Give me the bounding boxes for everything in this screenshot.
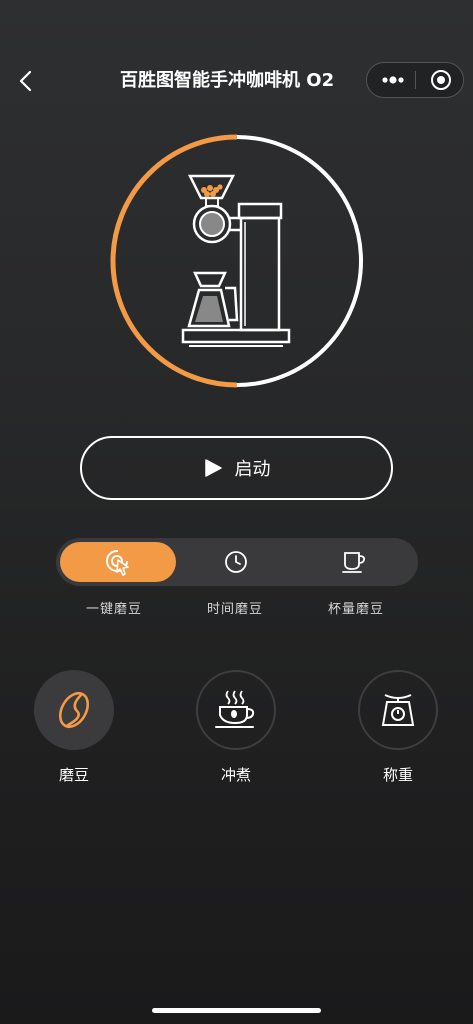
mode-one-click[interactable] <box>60 542 176 582</box>
play-icon <box>204 459 222 477</box>
more-dots-icon <box>382 76 404 84</box>
scale-icon <box>381 694 415 726</box>
tap-icon <box>106 550 129 576</box>
mode-cup[interactable] <box>296 542 412 582</box>
coffee-bean-icon <box>58 691 90 729</box>
page-title: 百胜图智能手冲咖啡机 O2 <box>120 70 335 91</box>
cup-icon <box>342 552 366 573</box>
hot-coffee-cup-icon <box>215 690 255 728</box>
brew-function-label: 冲煮 <box>220 766 251 784</box>
grind-function-button[interactable] <box>34 670 114 750</box>
mini-program-capsule <box>366 62 464 98</box>
start-button[interactable]: 启动 <box>80 436 393 500</box>
back-button[interactable] <box>14 66 40 96</box>
chevron-left-icon <box>19 70 32 92</box>
mode-time[interactable] <box>178 542 294 582</box>
target-icon <box>431 70 451 90</box>
capsule-divider <box>415 71 416 89</box>
grind-function-label: 磨豆 <box>58 766 89 784</box>
close-miniprogram-button[interactable] <box>419 63 461 97</box>
home-indicator <box>152 1008 321 1013</box>
mode-one-click-label: 一键磨豆 <box>85 602 142 617</box>
weigh-function-button[interactable] <box>358 670 438 750</box>
mode-cup-label: 杯量磨豆 <box>327 602 384 617</box>
more-button[interactable] <box>371 63 413 97</box>
start-button-label: 启动 <box>234 459 271 480</box>
mode-time-label: 时间磨豆 <box>206 602 263 617</box>
grind-mode-selector <box>56 538 418 586</box>
coffee-machine-illustration <box>181 174 291 347</box>
weigh-function-label: 称重 <box>382 766 413 784</box>
brew-function-button[interactable] <box>196 670 276 750</box>
clock-icon <box>225 551 247 573</box>
